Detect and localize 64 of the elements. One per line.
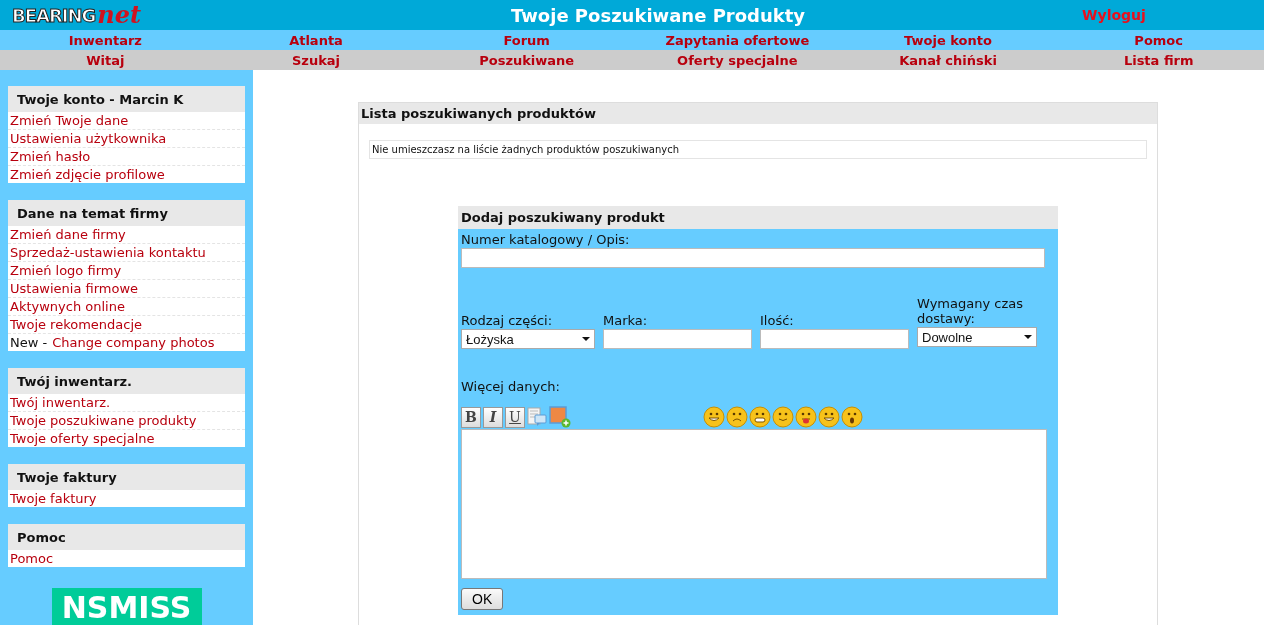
smiley-icon[interactable]	[818, 406, 840, 428]
nav-link[interactable]: Lista firm	[1123, 52, 1194, 68]
nav-link[interactable]: Szukaj	[291, 52, 341, 68]
sidebar-heading: Twój inwentarz.	[8, 368, 245, 394]
sidebar-link[interactable]: Twój inwentarz.	[10, 395, 111, 410]
sidebar-link[interactable]: Zmień hasło	[10, 149, 91, 164]
sidebar-link[interactable]: Twoje oferty specjalne	[10, 431, 155, 446]
smiley-icon[interactable]	[795, 406, 817, 428]
nav-link[interactable]: Pomoc	[1134, 32, 1183, 48]
form-heading: Dodaj poszukiwany produkt	[458, 206, 1058, 229]
caret-icon	[1024, 335, 1032, 339]
quote-icon[interactable]	[527, 407, 547, 427]
field-label: Więcej danych:	[461, 379, 561, 394]
nav-link[interactable]: Twoje konto	[904, 32, 992, 48]
input-field[interactable]	[603, 329, 752, 349]
sidebar-heading: Dane na temat firmy	[8, 200, 245, 226]
smiley-icon[interactable]	[726, 406, 748, 428]
nav-link[interactable]: Zapytania ofertowe	[665, 32, 810, 48]
format-button[interactable]: B	[461, 406, 481, 428]
sidebar-link[interactable]: Sprzedaż-ustawienia kontaktu	[10, 245, 206, 260]
sidebar-link[interactable]: Ustawienia użytkownika	[10, 131, 167, 146]
nav-link[interactable]: Witaj	[86, 52, 125, 68]
new-label: New -	[10, 335, 48, 350]
field-label: Rodzaj części:	[461, 313, 554, 328]
format-button[interactable]: U	[505, 406, 525, 428]
sidebar-link[interactable]: Zmień logo firmy	[10, 263, 122, 278]
sidebar-heading: Twoje faktury	[8, 464, 245, 490]
nav-link[interactable]: Poszukiwane	[479, 52, 575, 68]
field-label: Wymagany czas dostawy:	[917, 296, 1024, 326]
sidebar-link[interactable]: Zmień Twoje dane	[10, 113, 129, 128]
dropdown[interactable]: Łożyska	[461, 329, 595, 349]
page-title: Twoje Poszukiwane Produkty	[509, 4, 807, 26]
sidebar-link[interactable]: Ustawienia firmowe	[10, 281, 139, 296]
empty-message: Nie umieszczasz na liście żadnych produktów poszukiwanych	[369, 140, 1147, 159]
dropdown[interactable]: Dowolne	[917, 327, 1037, 347]
caret-icon	[582, 337, 590, 341]
smiley-icon[interactable]	[772, 406, 794, 428]
field-label: Numer katalogowy / Opis:	[461, 232, 631, 247]
sidebar-link[interactable]: Aktywnych online	[10, 299, 125, 314]
ok-button[interactable]: OK	[461, 588, 504, 610]
nav-link[interactable]: Kanał chiński	[899, 52, 997, 68]
nav-link[interactable]: Oferty specjalne	[677, 52, 798, 68]
input-field[interactable]	[461, 248, 1045, 268]
smiley-icon[interactable]	[841, 406, 863, 428]
nav-link[interactable]: Inwentarz	[68, 32, 142, 48]
format-button[interactable]: I	[483, 406, 503, 428]
sidebar-link[interactable]: Change company photos	[52, 335, 215, 350]
add-image-icon[interactable]	[549, 406, 571, 428]
nav-link[interactable]: Atlanta	[289, 32, 343, 48]
sidebar-link[interactable]: Twoje poszukiwane produkty	[10, 413, 197, 428]
sidebar-link[interactable]: Twoje rekomendacje	[10, 317, 143, 332]
smiley-icon[interactable]	[703, 406, 725, 428]
sidebar-link[interactable]: Pomoc	[10, 551, 54, 566]
sidebar-link[interactable]: Twoje faktury	[10, 491, 97, 506]
sidebar-heading: Twoje konto - Marcin K	[8, 86, 245, 112]
field-label: Marka:	[603, 313, 649, 328]
smiley-icon[interactable]	[749, 406, 771, 428]
nav-link[interactable]: Forum	[503, 32, 550, 48]
field-label: Ilość:	[760, 313, 795, 328]
sidebar-link[interactable]: Zmień zdjęcie profilowe	[10, 167, 165, 182]
input-field[interactable]	[760, 329, 909, 349]
sidebar-heading: Pomoc	[8, 524, 245, 550]
panel-heading: Lista poszukiwanych produktów	[359, 103, 1157, 124]
sidebar-link[interactable]: Zmień dane firmy	[10, 227, 126, 242]
